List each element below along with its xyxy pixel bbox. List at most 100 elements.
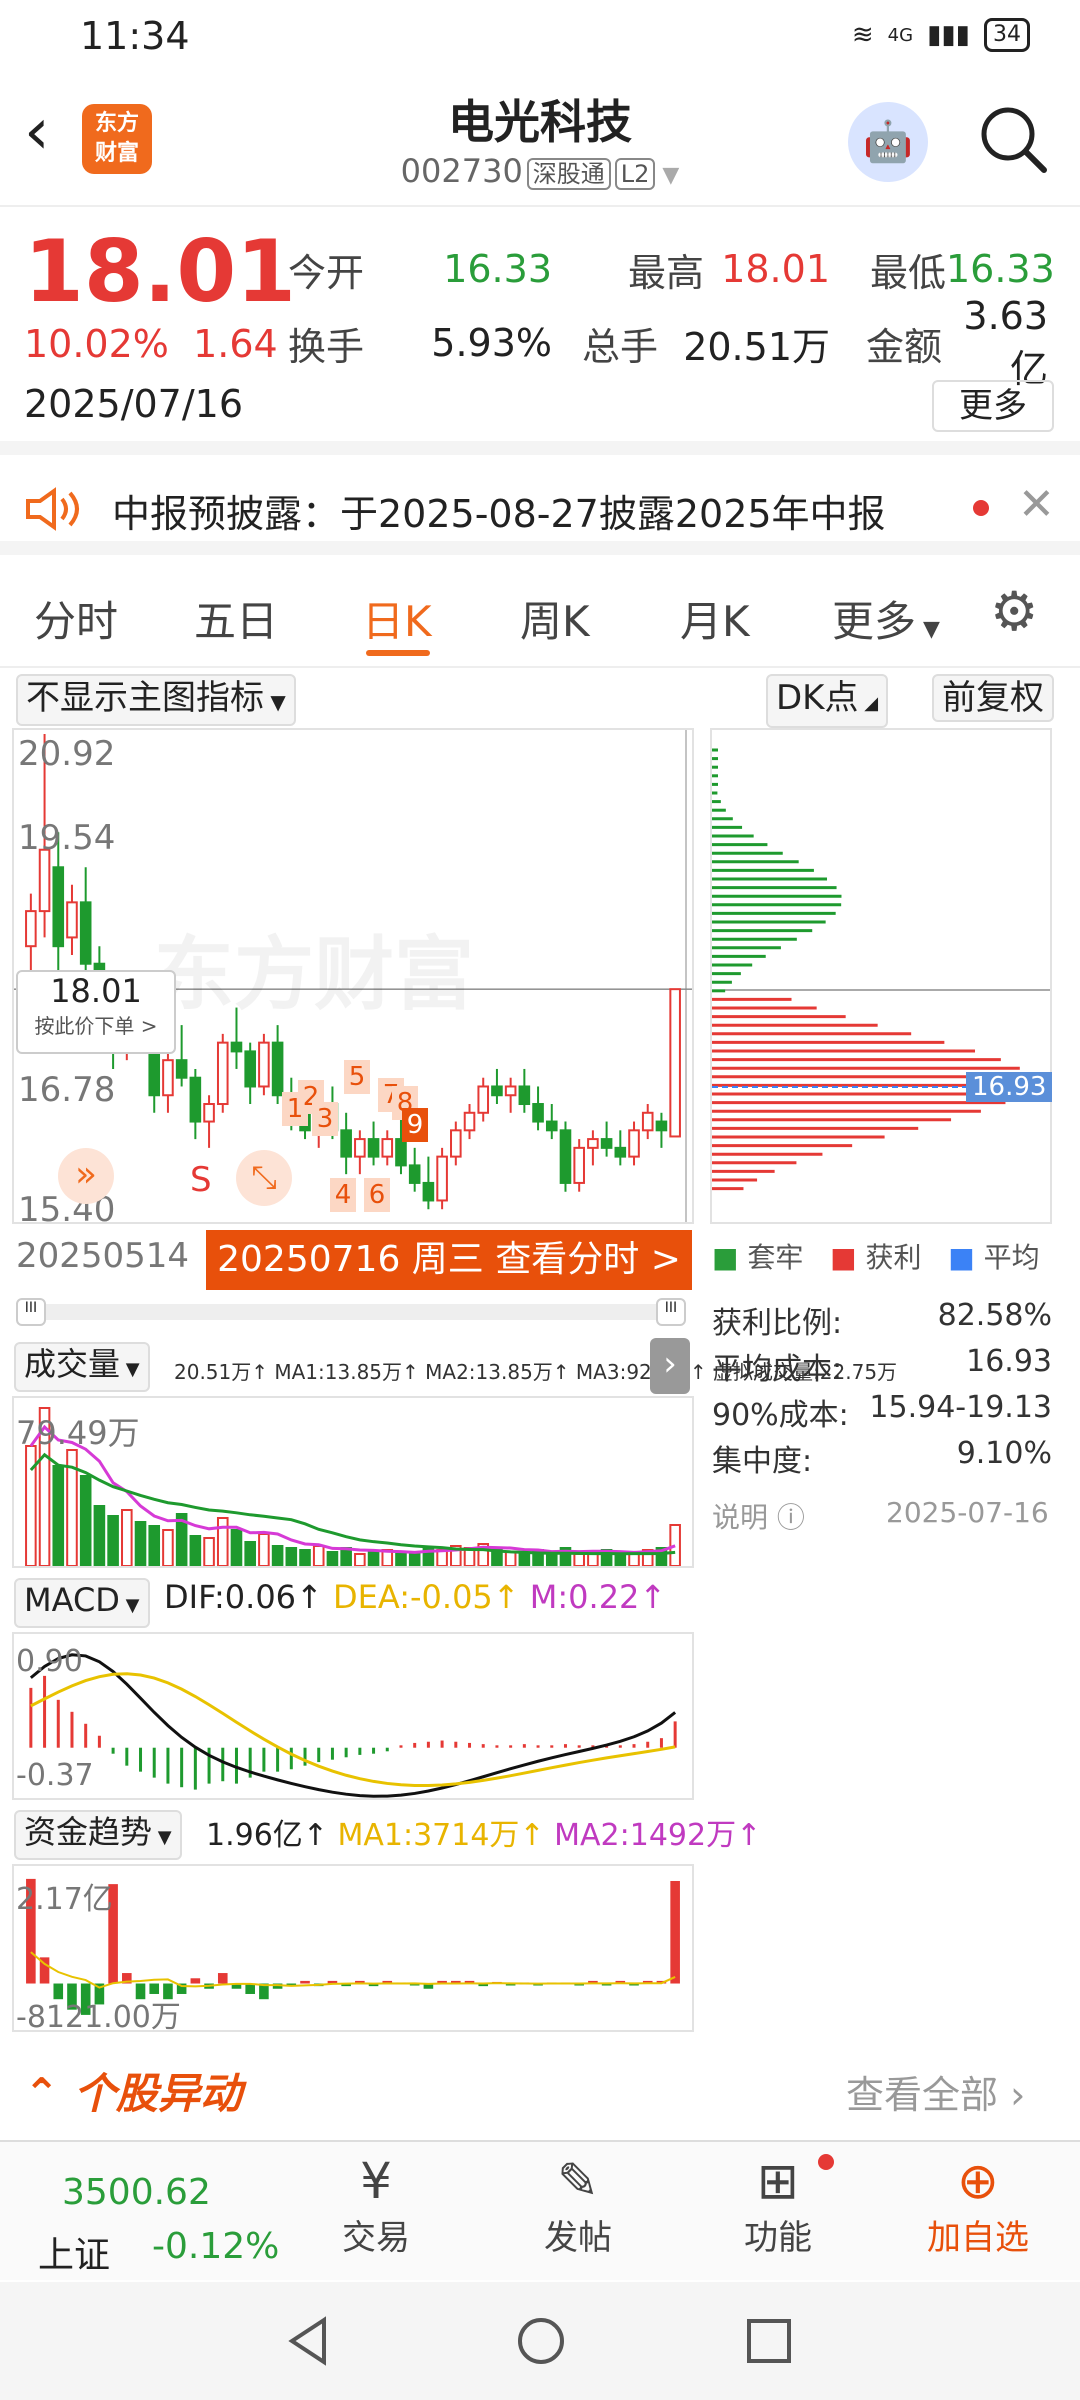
wifi-icon: ≋	[851, 20, 874, 50]
range-handle-left[interactable]: III	[16, 1298, 46, 1326]
abnormal-title[interactable]: ⌃ 个股异动	[24, 2060, 242, 2121]
volume-bar	[230, 1529, 243, 1567]
nav-back-icon[interactable]	[284, 2316, 334, 2366]
signal-icon: ▮▮▮	[927, 20, 970, 50]
nav-add-watchlist[interactable]: ⊕ 加自选	[908, 2152, 1048, 2259]
candle-body	[175, 1059, 188, 1079]
adjust-button[interactable]: 前复权	[932, 674, 1054, 722]
view-intraday-button[interactable]: 20250716 周三 查看分时 >	[206, 1230, 692, 1290]
high-value: 18.01	[721, 247, 830, 291]
tab-daily-k[interactable]: 日K	[362, 588, 432, 649]
quote-panel: 18.01 10.02% 1.64 2025/07/16 今开 16.33 最高…	[0, 210, 1080, 455]
dropdown-icon[interactable]: ▼	[655, 163, 679, 188]
candle-body	[162, 1059, 174, 1097]
volume-bar	[299, 1549, 311, 1567]
dk-mark[interactable]: 5	[344, 1060, 370, 1094]
volume-ymax: 79.49万	[16, 1414, 140, 1452]
macd-dea-line	[30, 1672, 676, 1788]
close-icon[interactable]: ✕	[1018, 479, 1055, 530]
open-label: 今开	[288, 250, 365, 295]
tab-intraday[interactable]: 分时	[34, 588, 118, 649]
volume-bar	[121, 1509, 133, 1567]
candle-body	[408, 1164, 421, 1184]
info-icon: ⓘ	[776, 1501, 805, 1534]
settings-gear-icon[interactable]: ⚙	[990, 580, 1038, 643]
volume-bar	[436, 1549, 448, 1567]
kline-chart[interactable]: 东方财富 20.92 19.54 16.78 15.40 18.01 按此价下单…	[12, 728, 694, 1230]
volume-bar	[326, 1551, 339, 1567]
candle-body	[450, 1129, 462, 1158]
change-percent: 10.02%	[24, 322, 169, 366]
x-start-date: 20250514	[16, 1236, 190, 1276]
macd-chart: 0.90 -0.37	[12, 1632, 694, 1800]
candle-body	[491, 1085, 503, 1097]
trade-icon: ¥	[360, 2152, 392, 2210]
high-label: 最高	[627, 250, 704, 295]
tab-5day[interactable]: 五日	[194, 588, 278, 649]
robot-avatar-icon[interactable]: 🤖	[848, 102, 928, 182]
search-icon[interactable]	[978, 104, 1048, 174]
view-all-link[interactable]: 查看全部 ›	[846, 2064, 1025, 2119]
fullscreen-icon[interactable]: ⤡	[236, 1150, 292, 1206]
volume-bar	[312, 1545, 325, 1567]
range-scrollbar[interactable]: III III	[16, 1298, 686, 1326]
price-crosshair-tag[interactable]: 18.01 按此价下单 >	[16, 970, 176, 1054]
bottom-toolbar: 3500.62 上证 -0.12% ¥ 交易 ✎ 发帖 ⊞ 功能 ⊕ 加自选	[0, 2140, 1080, 2280]
dk-mark[interactable]: 6	[364, 1178, 390, 1212]
status-time: 11:34	[80, 14, 190, 58]
index-name: 上证	[38, 2235, 111, 2276]
candle-body	[669, 988, 681, 1138]
sell-mark: S	[190, 1160, 212, 1200]
battery-icon: 34	[984, 18, 1030, 52]
volume-indicator-select[interactable]: 成交量 ▼	[14, 1342, 150, 1392]
volume-bar	[573, 1553, 585, 1567]
volume-value: 20.51万	[683, 324, 830, 369]
period-tabs: 分时 五日 日K 周K 月K 更多 ▼ ⚙	[0, 560, 1080, 668]
volume-bar	[258, 1533, 270, 1567]
fund-ymax: 2.17亿	[16, 1882, 113, 1917]
dk-mark[interactable]: 4	[330, 1178, 356, 1212]
nav-home-icon[interactable]	[516, 2316, 566, 2366]
fund-bar	[300, 1980, 310, 1984]
nav-recent-icon[interactable]	[746, 2318, 792, 2364]
tab-more[interactable]: 更多 ▼	[832, 588, 940, 649]
fund-bar	[217, 1973, 228, 1984]
stock-header: ‹ 东方 财富 电光科技 002730 深股通 L2 ▼ 🤖	[0, 72, 1080, 207]
network-icon: 4G	[887, 24, 914, 46]
candle-body	[614, 1146, 627, 1158]
volume-bar	[25, 1445, 37, 1567]
index-value[interactable]: 3500.62	[62, 2172, 211, 2213]
change-value: 1.64	[193, 322, 278, 366]
candle-body	[559, 1129, 572, 1184]
dk-mark[interactable]: 3	[312, 1102, 338, 1136]
turnover-value: 5.93%	[431, 321, 552, 365]
tab-weekly-k[interactable]: 周K	[520, 588, 590, 649]
concentration-row: 集中度: 9.10%	[712, 1436, 1052, 1479]
fund-indicator-select[interactable]: 资金趋势 ▼	[14, 1810, 182, 1860]
macd-ymax: 0.90	[16, 1644, 83, 1679]
tab-monthly-k[interactable]: 月K	[680, 588, 750, 649]
macd-indicator-select[interactable]: MACD ▼	[14, 1578, 150, 1628]
expand-left-icon[interactable]: »	[58, 1148, 114, 1204]
candle-body	[587, 1138, 599, 1149]
add-circle-icon: ⊕	[957, 2152, 999, 2210]
candle-body	[258, 1041, 270, 1088]
more-quote-button[interactable]: 更多	[932, 380, 1054, 432]
collapse-arrow-icon[interactable]: ›	[650, 1338, 690, 1394]
candle-body	[66, 901, 78, 939]
nav-trade[interactable]: ¥ 交易	[306, 2152, 446, 2259]
candle-body	[367, 1138, 380, 1158]
chip-stats: 获利比例: 82.58% 平均成本: 16.93 90%成本: 15.94-19.13…	[712, 1298, 1052, 1482]
dk-mark[interactable]: 9	[402, 1108, 428, 1142]
avg-cost-tag: 16.93	[966, 1072, 1053, 1102]
candle-body	[628, 1129, 640, 1158]
chip-note[interactable]: 说明 ⓘ	[712, 1496, 805, 1536]
speaker-icon	[26, 487, 79, 531]
candle-body	[244, 1050, 256, 1088]
volume-bar	[52, 1465, 65, 1567]
dk-point-button[interactable]: DK点 ◢	[766, 674, 889, 728]
notice-bar[interactable]: 中报预披露：于2025-08-27披露2025年中报 ✕	[0, 465, 1080, 555]
main-indicator-select[interactable]: 不显示主图指标 ▼	[16, 674, 296, 726]
range-handle-right[interactable]: III	[656, 1298, 686, 1326]
nav-post[interactable]: ✎ 发帖	[508, 2152, 648, 2259]
